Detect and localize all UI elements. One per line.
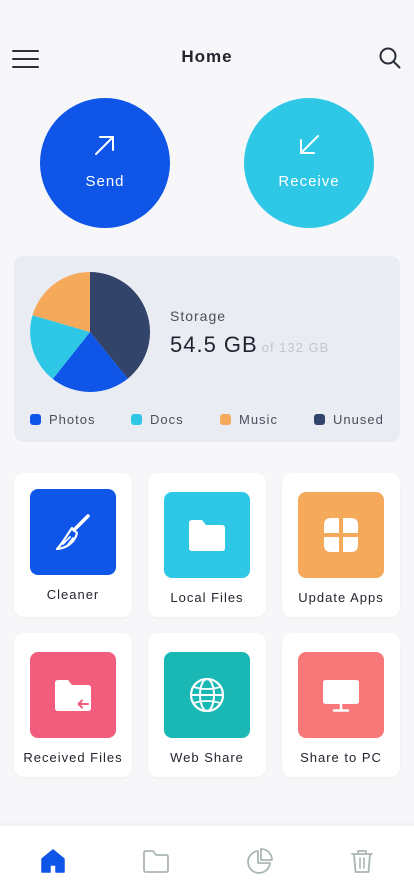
legend-dot xyxy=(30,414,41,425)
receive-button[interactable]: Receive xyxy=(244,98,374,228)
send-label: Send xyxy=(85,173,125,190)
folder-icon xyxy=(189,520,225,551)
search-icon[interactable] xyxy=(378,46,402,70)
send-button[interactable]: Send xyxy=(40,98,170,228)
monitor-icon xyxy=(323,680,359,712)
local-files-icon-box xyxy=(164,492,250,578)
legend-label: Music xyxy=(239,412,278,427)
legend-item-unused: Unused xyxy=(314,412,384,430)
legend-label: Photos xyxy=(49,412,96,427)
legend-label: Docs xyxy=(150,412,184,427)
received-files-tile[interactable]: Received Files xyxy=(14,633,132,777)
nav-home[interactable] xyxy=(38,846,68,876)
trash-icon xyxy=(351,850,373,873)
legend-item-music: Music xyxy=(220,412,278,430)
update-apps-icon-box xyxy=(298,492,384,578)
received-files-icon-box xyxy=(30,652,116,738)
page-title: Home xyxy=(181,47,233,66)
storage-total: of 132 GB xyxy=(261,340,330,355)
legend-dot xyxy=(314,414,325,425)
update-apps-tile[interactable]: Update Apps xyxy=(282,473,400,617)
cleaner-icon-box xyxy=(30,489,116,575)
web-share-tile[interactable]: Web Share xyxy=(148,633,266,777)
header: Home xyxy=(0,0,414,100)
storage-label: Storage xyxy=(170,308,227,324)
tile-label: Update Apps xyxy=(298,590,384,605)
pie-chart-icon xyxy=(247,848,273,874)
folder-download-icon xyxy=(55,680,91,711)
share-to-pc-tile[interactable]: Share to PC xyxy=(282,633,400,777)
legend-dot xyxy=(220,414,231,425)
tile-label: Received Files xyxy=(23,750,123,765)
web-share-icon-box xyxy=(164,652,250,738)
arrow-up-right-icon xyxy=(95,136,114,155)
tile-label: Share to PC xyxy=(300,750,382,765)
arrow-down-left-icon xyxy=(300,135,319,154)
share-to-pc-icon-box xyxy=(298,652,384,738)
legend-item-photos: Photos xyxy=(30,412,95,430)
legend-item-docs: Docs xyxy=(131,412,184,430)
storage-used-value: 54.5 GB xyxy=(170,332,258,357)
folder-icon xyxy=(143,850,169,873)
storage-card[interactable]: Storage 54.5 GB of 132 GB Photos Docs Mus… xyxy=(14,256,400,442)
globe-icon xyxy=(189,677,225,713)
tile-label: Cleaner xyxy=(46,587,100,602)
cleaner-tile[interactable]: Cleaner xyxy=(14,473,132,617)
apps-grid-icon xyxy=(324,518,358,552)
nav-trash[interactable] xyxy=(347,846,377,876)
broom-icon xyxy=(55,514,90,551)
storage-used: 54.5 GB of 132 GB xyxy=(170,332,329,358)
home-icon xyxy=(41,849,65,873)
legend-label: Unused xyxy=(333,412,384,427)
local-files-tile[interactable]: Local Files xyxy=(148,473,266,617)
nav-files[interactable] xyxy=(141,846,171,876)
storage-pie-chart xyxy=(30,272,150,392)
tile-label: Web Share xyxy=(170,750,244,765)
bottom-nav xyxy=(0,826,414,896)
receive-label: Receive xyxy=(278,173,340,190)
tile-label: Local Files xyxy=(170,590,244,605)
legend-dot xyxy=(131,414,142,425)
storage-legend: Photos Docs Music Unused xyxy=(30,412,390,430)
nav-storage[interactable] xyxy=(245,846,275,876)
